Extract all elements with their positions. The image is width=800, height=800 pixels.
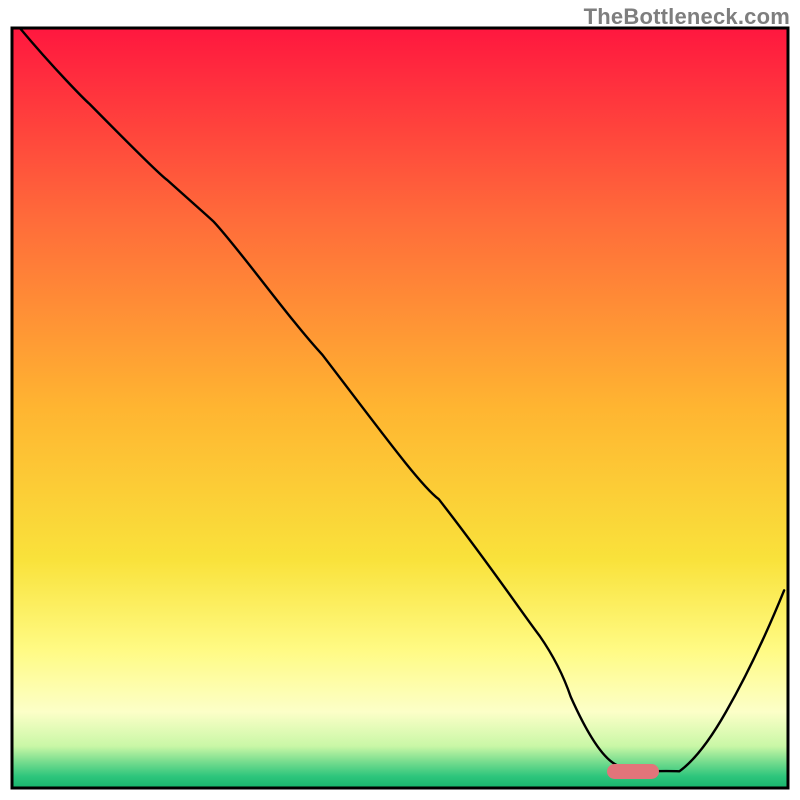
- chart-container: TheBottleneck.com: [0, 0, 800, 800]
- bottleneck-chart: [0, 0, 800, 800]
- watermark-text: TheBottleneck.com: [584, 4, 790, 30]
- optimal-range-marker: [607, 764, 659, 779]
